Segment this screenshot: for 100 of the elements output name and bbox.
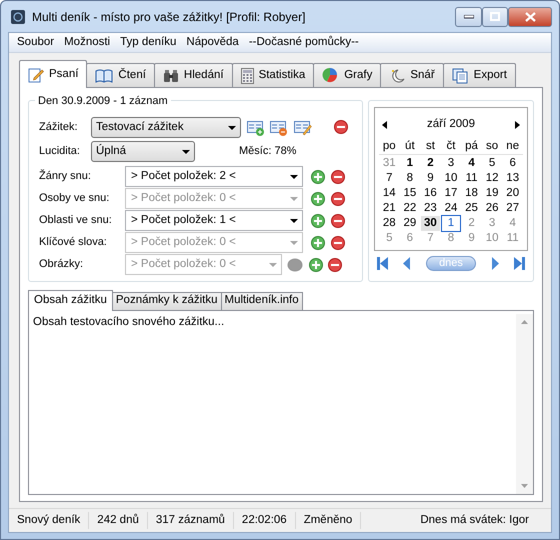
field-label: Oblasti ve snu: <box>39 213 113 228</box>
menu-item[interactable]: Nápověda <box>181 34 244 52</box>
calendar-day[interactable]: 29 <box>400 216 420 231</box>
calendar-day[interactable]: 15 <box>400 186 420 201</box>
weekday-label: po <box>382 138 397 154</box>
tab[interactable]: Snář <box>380 63 444 87</box>
calendar-day[interactable]: 24 <box>442 200 460 216</box>
moon-phase-text: Měsíc: 78% <box>239 144 296 160</box>
content-text-area[interactable]: Obsah testovacího snového zážitku... <box>28 310 534 495</box>
pencil-icon <box>28 66 44 82</box>
calendar-day[interactable]: 6 <box>503 156 522 171</box>
minimize-icon <box>464 14 474 18</box>
minimize-button[interactable] <box>455 6 482 26</box>
list-dropdown[interactable]: > Počet položek: 2 < <box>125 166 303 187</box>
calendar-day[interactable]: 22 <box>400 200 420 216</box>
maximize-button[interactable] <box>482 6 508 26</box>
calendar-day[interactable]: 25 <box>462 200 481 216</box>
calendar-day[interactable]: 10 <box>442 170 460 186</box>
remove-icon[interactable] <box>328 258 342 272</box>
status-text: Změněno <box>296 512 362 530</box>
tab[interactable]: Grafy <box>313 63 382 87</box>
moon-icon <box>389 68 406 84</box>
field-label: Osoby ve snu: <box>39 191 110 206</box>
tab[interactable]: Hledání <box>154 63 233 87</box>
calendar-day[interactable]: 14 <box>380 186 399 201</box>
scroll-down-icon[interactable] <box>521 484 528 488</box>
calendar-day[interactable]: 1 <box>400 156 420 171</box>
calendar-day[interactable]: 7 <box>380 170 399 186</box>
calendar-day[interactable]: 18 <box>462 186 481 201</box>
calendar-day[interactable]: 3 <box>442 156 460 171</box>
add-record-icon[interactable] <box>246 120 264 136</box>
calendar-day[interactable]: 5 <box>482 156 502 171</box>
tab[interactable]: Psaní <box>19 60 88 88</box>
calendar-day[interactable]: 26 <box>482 200 502 216</box>
remove-icon[interactable] <box>330 192 344 206</box>
calendar-day[interactable]: 20 <box>503 186 522 201</box>
remove-icon[interactable] <box>330 214 344 228</box>
dropdown-arrow-icon <box>290 196 298 200</box>
calendar-day[interactable]: 11 <box>462 170 481 186</box>
tab[interactable]: Statistika <box>232 63 314 87</box>
month-title: září 2009 <box>427 117 475 132</box>
dropdown-arrow-icon <box>269 262 277 266</box>
tab[interactable]: Poznámky k zážitku <box>112 292 222 310</box>
close-button[interactable] <box>508 6 552 26</box>
add-icon[interactable] <box>308 258 322 272</box>
scroll-up-icon[interactable] <box>521 320 528 324</box>
content-text: Obsah testovacího snového zážitku... <box>33 314 226 330</box>
list-dropdown[interactable]: > Počet položek: 1 < <box>125 210 303 231</box>
menu-item[interactable]: Možnosti <box>59 34 116 52</box>
previous-icon[interactable] <box>403 257 410 270</box>
calendar-day[interactable]: 9 <box>421 170 440 186</box>
field-label: Zážitek: <box>39 120 79 136</box>
calendar-day[interactable]: 23 <box>421 200 440 216</box>
calendar-day[interactable]: 4 <box>462 156 481 171</box>
calculator-icon <box>240 68 254 84</box>
delete-icon[interactable] <box>334 120 348 134</box>
weekday-label: so <box>485 138 500 154</box>
calendar-day[interactable]: 30 <box>421 216 440 231</box>
add-icon[interactable] <box>311 236 325 250</box>
tab[interactable]: Export <box>442 63 516 87</box>
experience-dropdown[interactable]: Testovací zážitek <box>91 117 241 138</box>
calendar-day[interactable]: 17 <box>442 186 460 201</box>
dropdown-arrow-icon <box>290 218 298 222</box>
first-icon[interactable] <box>376 257 388 270</box>
calendar-day[interactable]: 13 <box>503 170 522 186</box>
calendar-day[interactable]: 28 <box>380 216 399 231</box>
calendar-day[interactable]: 16 <box>421 186 440 201</box>
remove-icon[interactable] <box>330 236 344 250</box>
weekday-label: st <box>424 138 436 154</box>
calendar-day[interactable]: 1 <box>442 216 460 231</box>
calendar-day[interactable]: 27 <box>503 200 522 216</box>
tab[interactable]: Multideník.info <box>220 292 303 310</box>
book-icon <box>95 68 114 82</box>
menu-item[interactable]: --Dočasné pomůcky-- <box>244 34 364 52</box>
tab[interactable]: Čtení <box>86 63 155 87</box>
remove-icon[interactable] <box>330 170 344 184</box>
calendar-day[interactable]: 12 <box>482 170 502 186</box>
lucidity-dropdown[interactable]: Úplná <box>91 141 195 162</box>
edit-record-icon[interactable] <box>294 120 312 136</box>
dropdown-arrow-icon <box>182 150 190 154</box>
remove-record-icon[interactable] <box>270 120 288 136</box>
add-icon[interactable] <box>311 192 325 206</box>
next-icon[interactable] <box>492 257 499 270</box>
calendar-day[interactable]: 19 <box>482 186 502 201</box>
calendar-day[interactable]: 21 <box>380 200 399 216</box>
last-icon[interactable] <box>514 257 526 270</box>
previous-month-icon[interactable] <box>382 120 387 129</box>
calendar-day[interactable]: 2 <box>421 156 440 171</box>
weekday-label: út <box>404 138 416 154</box>
menu-item[interactable]: Soubor <box>12 34 60 52</box>
status-text: Snový deník <box>9 512 90 530</box>
add-icon[interactable] <box>311 214 325 228</box>
tab[interactable]: Obsah zážitku <box>28 290 113 310</box>
scrollbar[interactable] <box>516 314 533 494</box>
pie-chart-icon <box>322 67 340 84</box>
calendar-day[interactable]: 8 <box>400 170 420 186</box>
status-text: 22:02:06 <box>234 512 296 530</box>
next-month-icon[interactable] <box>515 120 520 129</box>
add-icon[interactable] <box>311 170 325 184</box>
menu-item[interactable]: Typ deníku <box>115 34 182 52</box>
